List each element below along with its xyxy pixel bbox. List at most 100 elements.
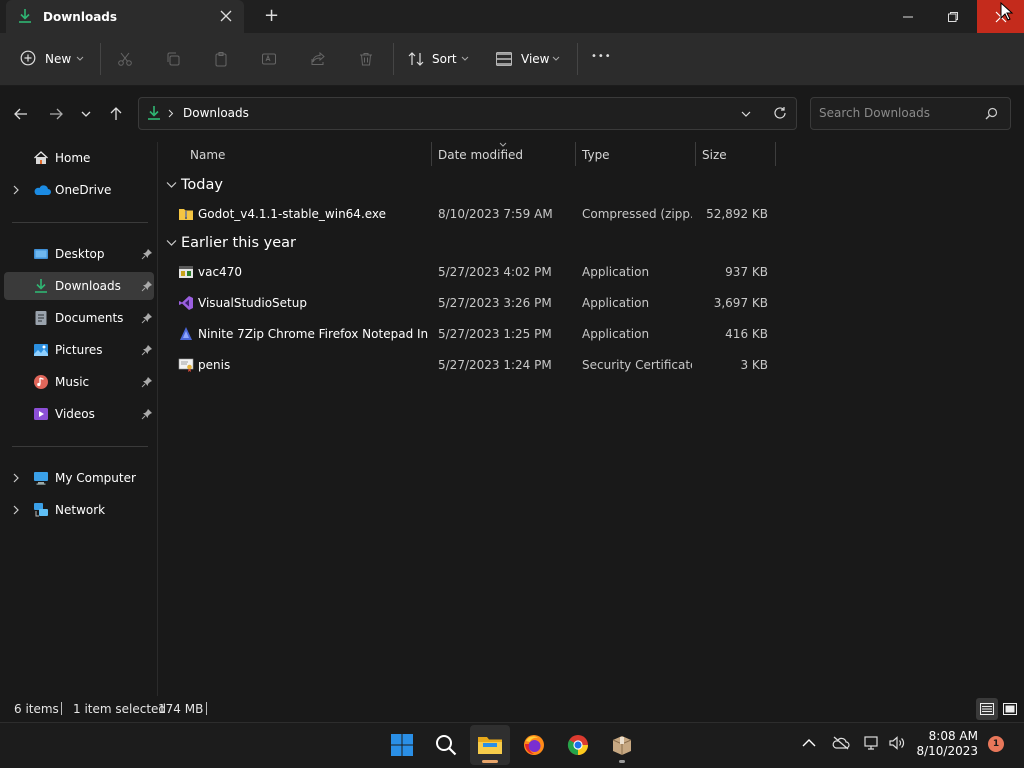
pin-icon[interactable]	[141, 344, 153, 356]
notification-badge[interactable]: 1	[988, 736, 1004, 752]
selection-size: 174 MB	[158, 702, 204, 716]
column-header-date-modified[interactable]: Date modified	[438, 148, 523, 162]
table-row[interactable]: Ninite 7Zip Chrome Firefox Notepad Inst.…	[162, 320, 777, 350]
pin-icon[interactable]	[141, 312, 153, 324]
rename-icon[interactable]	[261, 51, 277, 67]
close-tab-icon[interactable]	[219, 9, 233, 23]
windows-logo-icon	[391, 734, 413, 756]
sidebar-item-downloads[interactable]: Downloads	[4, 272, 154, 300]
file-size: 3 KB	[740, 358, 768, 372]
sidebar-item-label: Network	[55, 503, 106, 517]
taskbar-chrome[interactable]	[558, 725, 598, 765]
table-row[interactable]: VisualStudioSetup 5/27/2023 3:26 PM Appl…	[162, 289, 777, 319]
pin-icon[interactable]	[141, 408, 153, 420]
table-row[interactable]: vac470 5/27/2023 4:02 PM Application 937…	[162, 258, 777, 288]
share-icon[interactable]	[310, 51, 326, 67]
address-history-chevron-icon[interactable]	[741, 110, 751, 118]
start-button[interactable]	[382, 725, 422, 765]
view-button[interactable]: View	[490, 44, 570, 74]
sidebar-item-documents[interactable]: Documents	[4, 304, 154, 332]
search-icon	[436, 735, 457, 756]
column-header-type[interactable]: Type	[582, 148, 610, 162]
details-view-button[interactable]	[976, 698, 998, 720]
onedrive-offline-icon[interactable]	[832, 735, 850, 751]
search-input[interactable]: Search Downloads	[819, 106, 930, 120]
divider	[393, 43, 394, 75]
taskbar-installer-app[interactable]	[602, 725, 642, 765]
paste-icon[interactable]	[213, 51, 229, 67]
tab-downloads[interactable]	[6, 0, 244, 33]
file-type: Application	[582, 296, 650, 310]
column-header-size[interactable]: Size	[702, 148, 727, 162]
selection-count: 1 item selected	[73, 702, 167, 716]
sidebar-item-music[interactable]: Music	[4, 368, 154, 396]
expand-chevron-icon[interactable]	[11, 504, 21, 516]
pin-icon[interactable]	[141, 376, 153, 388]
downloads-icon	[146, 105, 162, 121]
large-icons-view-button[interactable]	[1000, 698, 1020, 720]
show-hidden-icons-chevron-icon[interactable]	[802, 738, 816, 748]
expand-chevron-icon[interactable]	[11, 184, 21, 196]
more-options-button[interactable]: •••	[591, 51, 612, 62]
new-tab-button[interactable]: +	[264, 5, 279, 26]
network-status-icon[interactable]	[863, 735, 881, 751]
minimize-button[interactable]	[885, 0, 931, 33]
file-date: 5/27/2023 4:02 PM	[438, 265, 552, 279]
certificate-icon	[178, 357, 194, 373]
breadcrumb-downloads[interactable]: Downloads	[183, 106, 249, 120]
sidebar-item-label: OneDrive	[55, 183, 112, 197]
column-separator[interactable]	[575, 142, 576, 166]
item-count: 6 items	[14, 702, 59, 716]
copy-icon[interactable]	[165, 51, 181, 67]
taskbar-firefox[interactable]	[514, 725, 554, 765]
expand-chevron-icon[interactable]	[11, 472, 21, 484]
details-view-icon	[980, 703, 994, 715]
sidebar-item-network[interactable]: Network	[4, 496, 154, 524]
search-button[interactable]	[426, 725, 466, 765]
search-icon[interactable]	[985, 107, 998, 120]
sort-label: Sort	[432, 52, 457, 66]
table-row[interactable]: Godot_v4.1.1-stable_win64.exe 8/10/2023 …	[162, 200, 777, 230]
pin-icon[interactable]	[141, 248, 153, 260]
clock[interactable]: 8:08 AM 8/10/2023	[910, 729, 978, 758]
view-label: View	[521, 52, 550, 66]
chevron-down-icon	[76, 56, 84, 62]
chevron-down-icon	[461, 56, 469, 62]
sidebar-item-my-computer[interactable]: My Computer	[4, 464, 154, 492]
file-type: Application	[582, 327, 650, 341]
sidebar-item-label: Music	[55, 375, 90, 389]
mouse-cursor-icon	[1000, 2, 1014, 22]
group-header-today[interactable]: Today	[164, 174, 564, 198]
column-separator[interactable]	[431, 142, 432, 166]
forward-arrow-icon[interactable]	[48, 106, 64, 122]
new-button[interactable]: New	[14, 44, 90, 74]
file-name: Godot_v4.1.1-stable_win64.exe	[198, 207, 387, 221]
sidebar-divider	[12, 222, 148, 223]
refresh-icon[interactable]	[773, 106, 787, 120]
column-separator[interactable]	[775, 142, 776, 166]
sidebar-item-home[interactable]: Home	[4, 144, 154, 172]
sidebar-item-onedrive[interactable]: OneDrive	[4, 176, 154, 204]
back-arrow-icon[interactable]	[13, 106, 29, 122]
sidebar-item-desktop[interactable]: Desktop	[4, 240, 154, 268]
restore-button[interactable]	[930, 0, 976, 33]
table-row[interactable]: penis 5/27/2023 1:24 PM Security Certifi…	[162, 351, 777, 381]
taskbar-file-explorer[interactable]	[470, 725, 510, 765]
sidebar-item-pictures[interactable]: Pictures	[4, 336, 154, 364]
clock-time: 8:08 AM	[928, 729, 978, 743]
recent-locations-chevron-icon[interactable]	[81, 110, 91, 118]
group-header-earlier-this-year[interactable]: Earlier this year	[164, 232, 564, 256]
cut-icon[interactable]	[117, 51, 133, 67]
sidebar-item-videos[interactable]: Videos	[4, 400, 154, 428]
volume-icon[interactable]	[888, 735, 906, 751]
minimize-icon	[903, 16, 913, 17]
sort-icon	[408, 51, 424, 67]
sidebar-item-label: Desktop	[55, 247, 105, 261]
group-title: Today	[181, 177, 223, 193]
pin-icon[interactable]	[141, 280, 153, 292]
column-separator[interactable]	[695, 142, 696, 166]
column-header-name[interactable]: Name	[190, 148, 225, 162]
up-arrow-icon[interactable]	[108, 106, 124, 122]
sort-button[interactable]: Sort	[403, 44, 483, 74]
delete-icon[interactable]	[358, 51, 374, 67]
